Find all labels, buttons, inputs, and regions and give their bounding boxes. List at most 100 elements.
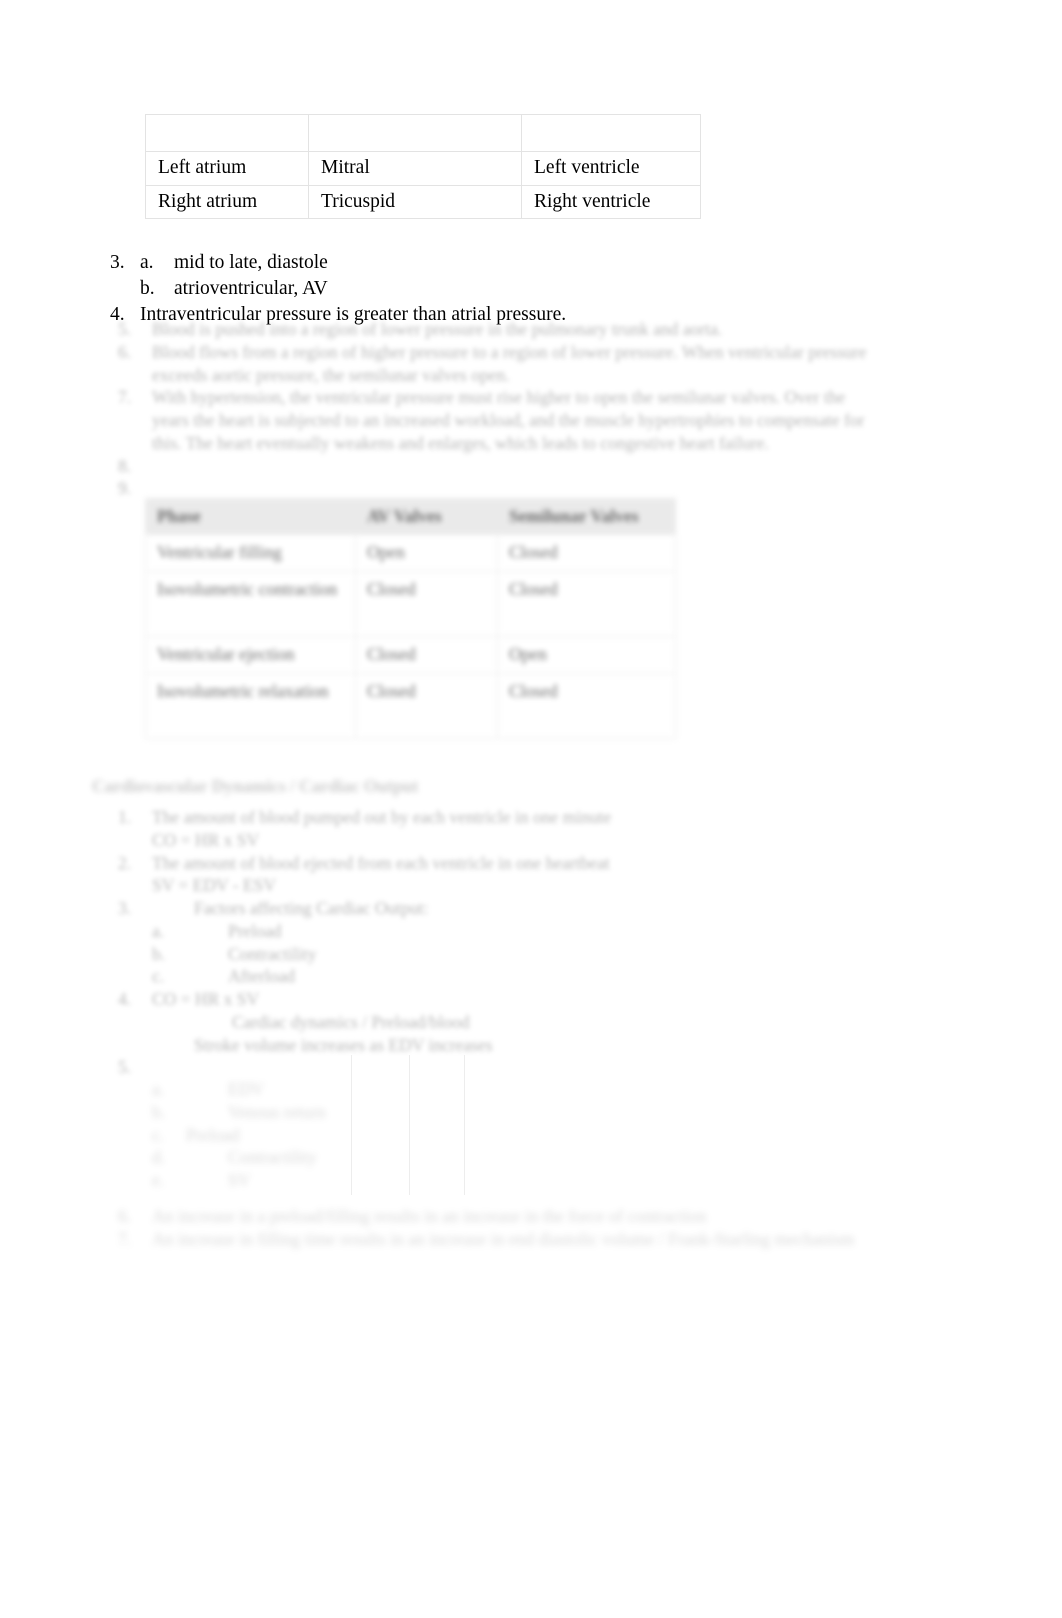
list-item-text: mid to late, diastole [174,252,328,273]
table-cell: Ventricular filling [145,534,356,573]
faded-list-item: 3. Factors affecting Cardiac Output: [118,897,611,920]
document-page: Left atrium Mitral Left ventricle Right … [0,0,1062,1618]
list-item-number: 7. [118,1228,132,1249]
list-item-text: Preload [186,1124,240,1145]
faded-list-item: 7. An increase in filling time results i… [118,1228,854,1251]
table-cell-right-ventricle: Right ventricle [521,184,701,220]
list-item-letter: b. [140,277,155,299]
list-item-text: The amount of blood ejected from each ve… [152,852,610,873]
list-item-letter: b. [152,943,166,964]
table-header-row: Phase AV Valves Semilunar Valves [145,497,676,536]
table-cell-left-ventricle: Left ventricle [521,151,701,186]
list-item-number: 4. [118,989,132,1009]
list-item-letter: a. [152,920,165,941]
faded-list-item: CO = HR x SV [118,829,611,852]
table-cell: Open [497,636,676,675]
list-item-text: exceeds aortic pressure, the semilunar v… [152,364,510,385]
table-cell [308,114,522,152]
list-item-text: An increase in a preload/filling results… [152,1206,707,1226]
cardiac-output-list: 1. The amount of blood pumped out by eac… [118,806,611,1079]
faded-list-item: 5. Blood is pushed into a region of lowe… [118,318,867,341]
list-item-number: 8. [118,455,132,476]
list-item-text: The amount of blood pumped out by each v… [152,807,612,827]
column-header-phase: Phase [145,497,356,536]
faded-list-item: exceeds aortic pressure, the semilunar v… [118,364,867,387]
table-cell: Open [355,534,498,573]
list-item-text: With hypertension, the ventricular press… [152,387,846,408]
cardiac-cycle-phase-table: Phase AV Valves Semilunar Valves Ventric… [145,497,676,740]
list-item-letter: e. [152,1170,165,1190]
table-cell: Ventricular ejection [145,636,356,675]
faded-list-item: 7. With hypertension, the ventricular pr… [118,386,867,409]
table-cell: Closed [355,636,498,675]
faded-list-item: Cardiac dynamics / Preload/blood [118,1011,611,1034]
table-cell: Closed [497,673,676,740]
faded-list-item: Stroke volume increases as EDV increases [118,1034,611,1057]
list-item-text: Preload [228,920,282,941]
list-item-text: Afterload [228,966,296,987]
list-item-number: 3. [118,898,132,918]
faded-list-item: 8. [118,455,867,478]
closing-lines: 6. An increase in a preload/filling resu… [118,1205,854,1251]
list-item-letter: a. [152,1079,165,1099]
faded-list-item: this. The heart eventually weakens and e… [118,432,867,455]
list-item-number: 5. [118,319,132,339]
faded-list-item: 6. Blood flows from a region of higher p… [118,341,867,364]
table-cell: Isovolumetric contraction [145,571,356,638]
table-cell [145,114,309,152]
list-item-text: Cardiac dynamics / Preload/blood [232,1011,470,1032]
list-item-letter: c. [152,1124,165,1145]
table-row: Right atrium Tricuspid Right ventricle [145,184,701,220]
table-row: Ventricular filling Open Closed [145,534,676,573]
table-row: Isovolumetric contraction Closed Closed [145,571,676,638]
list-item-letter: d. [152,1147,166,1168]
list-item-number: 5. [118,1057,132,1078]
list-item-number: 3. [110,252,125,273]
list-item-text: CO = HR x SV [152,829,260,850]
list-item-text: EDV [228,1079,264,1099]
lower-sub-list: a. EDV b. Venous return c. Preload d. Co… [152,1078,326,1192]
faded-list-item: 4. CO = HR x SV [118,988,611,1011]
faded-list-item: 1. The amount of blood pumped out by eac… [118,806,611,829]
list-item-number: 2. [118,852,132,873]
table-row: Ventricular ejection Closed Open [145,636,676,675]
list-item-text: CO = HR x SV [152,989,260,1009]
column-header-av-valves: AV Valves [355,497,498,536]
list-item-text: Stroke volume increases as EDV increases [194,1034,493,1055]
faded-list-item: 2. The amount of blood ejected from each… [118,852,611,875]
table-column-divider [409,1055,410,1195]
list-item: b. atrioventricular, AV [110,276,566,302]
table-row: Isovolumetric relaxation Closed Closed [145,673,676,740]
table-cell: Closed [355,571,498,638]
section-heading: Cardiovascular Dynamics / Cardiac Output [92,776,419,796]
faded-list-item: c. Afterload [118,965,611,988]
list-item-letter: b. [152,1101,166,1122]
faded-list-item: 6. An increase in a preload/filling resu… [118,1205,854,1228]
heart-chambers-and-valves-table: Left atrium Mitral Left ventricle Right … [145,114,701,220]
faded-list-item: e. SV [152,1169,326,1192]
table-row: Left atrium Mitral Left ventricle [145,151,701,186]
list-item-text: this. The heart eventually weakens and e… [152,432,769,453]
list-item-text: atrioventricular, AV [174,277,328,299]
table-cell-left-atrium: Left atrium [145,151,309,186]
faded-list-item: SV = EDV - ESV [118,874,611,897]
list-item-text: years the heart is subjected to an incre… [152,410,865,430]
table-cell-tricuspid: Tricuspid [308,184,522,220]
table-cell: Closed [355,673,498,740]
answers-list: 3. a. mid to late, diastole b. atriovent… [110,250,566,328]
faded-list-item: a. EDV [152,1078,326,1101]
list-item-text: Blood is pushed into a region of lower p… [152,319,723,339]
table-cell-right-atrium: Right atrium [145,184,309,220]
list-item-letter: a. [140,252,154,273]
column-header-semilunar-valves: Semilunar Valves [497,497,676,536]
list-item-text: SV [228,1170,251,1190]
list-item-text: Blood flows from a region of higher pres… [152,341,867,362]
list-item-letter: c. [152,966,165,987]
faded-list-item: c. Preload [152,1124,326,1147]
list-item-text: Factors affecting Cardiac Output: [194,898,429,918]
table-cell: Isovolumetric relaxation [145,673,356,740]
list-item-number: 9. [118,478,132,499]
faded-list-item: 5. [118,1056,611,1079]
table-row-header-empty [145,114,701,152]
table-column-divider [464,1055,465,1195]
